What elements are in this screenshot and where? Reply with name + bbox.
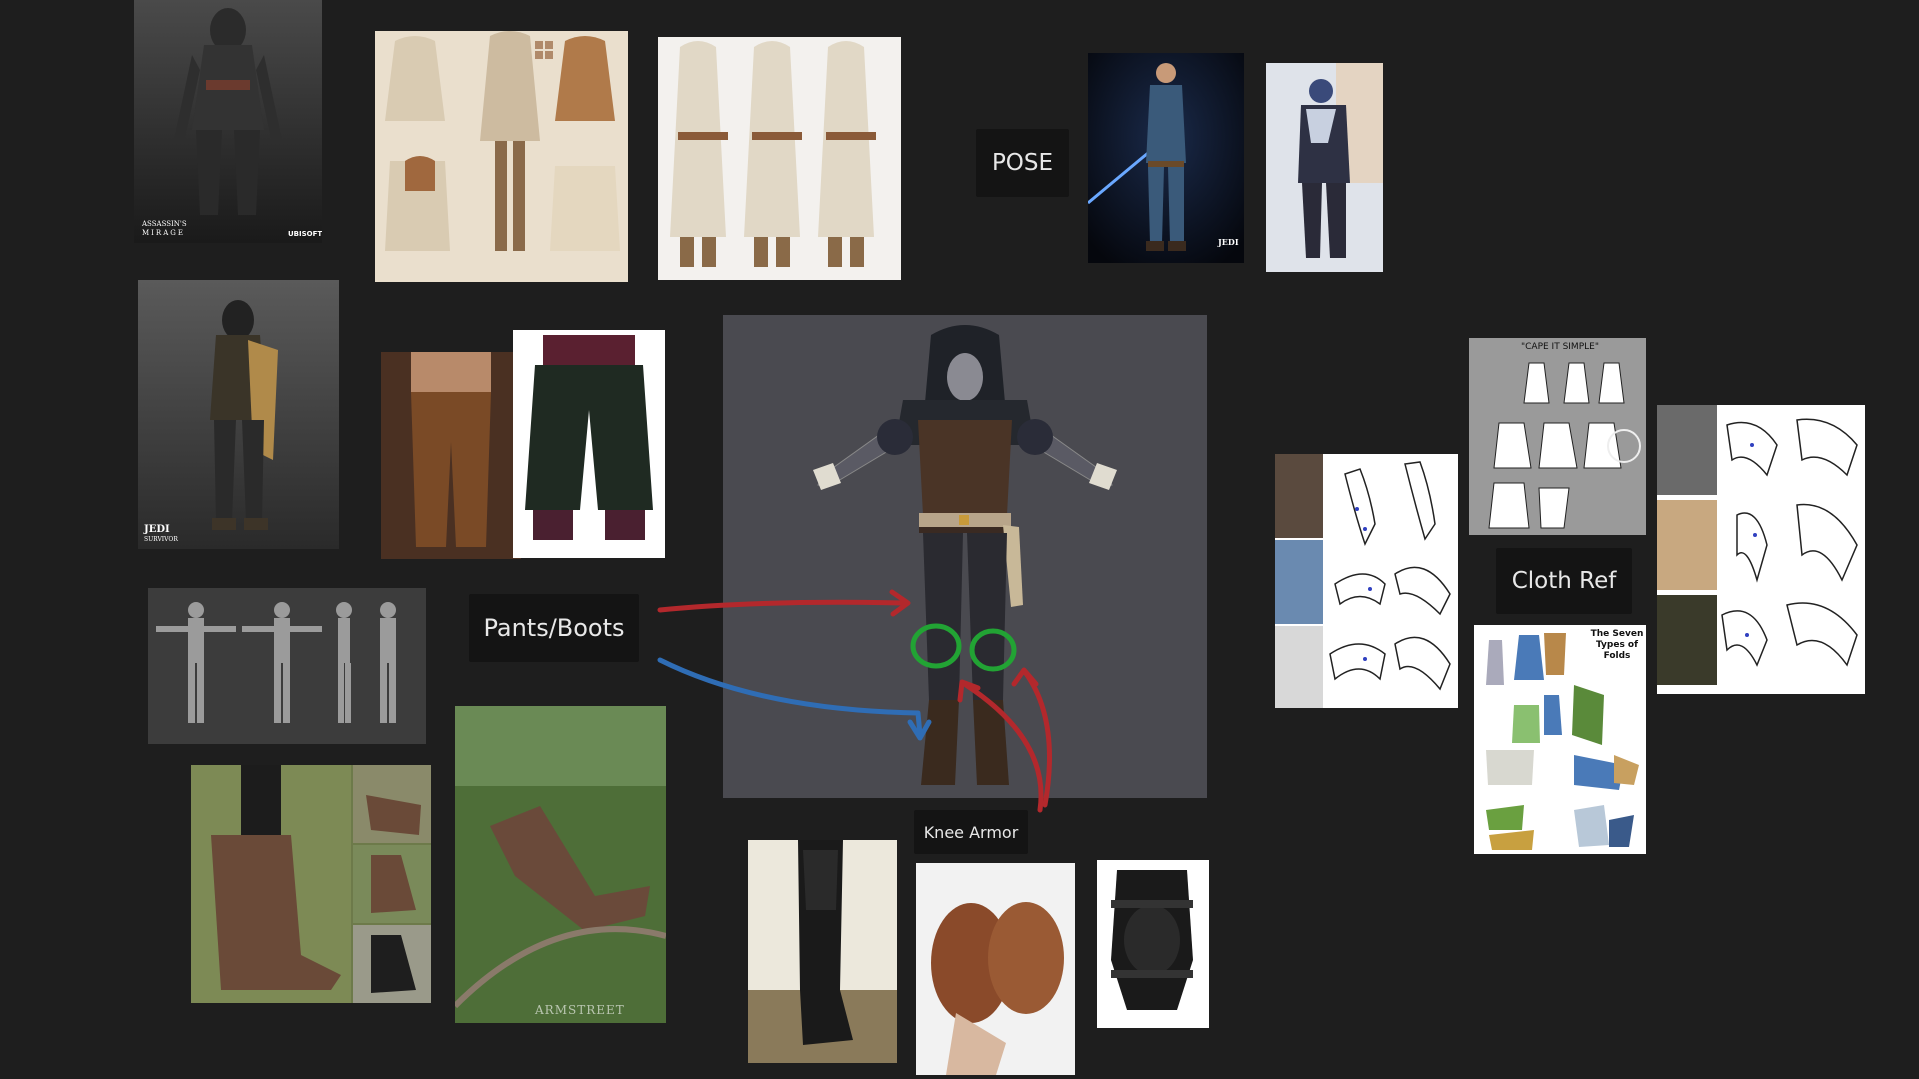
blue-character-painting-image — [1266, 63, 1383, 272]
label-knee-armor[interactable]: Knee Armor — [914, 810, 1028, 854]
black-knee-pad-image — [1111, 870, 1193, 1010]
ref-seven-types-folds[interactable]: The Seven Types of Folds — [1474, 625, 1646, 854]
jedi-logo-pose: JEDI — [1218, 237, 1239, 247]
pants-folds-sketch-image — [1657, 405, 1858, 685]
ref-black-knee-pad[interactable] — [1097, 860, 1209, 1028]
cape-sketch-image — [1488, 362, 1641, 529]
ref-arm-folds[interactable] — [1275, 454, 1458, 708]
green-circle-knee-left — [910, 623, 962, 669]
label-cloth-ref[interactable]: Cloth Ref — [1496, 548, 1632, 614]
ref-pose-blue-character[interactable] — [1266, 63, 1383, 272]
blue-arrow-to-boot — [657, 657, 923, 738]
label-cloth-ref-text: Cloth Ref — [1511, 568, 1617, 594]
ref-leather-knee-guard[interactable] — [916, 863, 1075, 1075]
label-pose-text: POSE — [991, 150, 1054, 176]
ref-pants-folds[interactable] — [1657, 405, 1865, 694]
ref-cape-it-simple[interactable]: "CAPE IT SIMPLE" — [1469, 338, 1646, 535]
red-arrow-head-knee-right — [1011, 667, 1039, 687]
label-knee-armor-text: Knee Armor — [923, 822, 1019, 842]
leather-knee-guard-image — [916, 863, 1075, 1075]
red-arrow-to-thigh — [657, 599, 908, 613]
ref-pose-jedi-lightsaber[interactable]: JEDI — [1088, 53, 1244, 263]
folds-sheet-title: The Seven Types of Folds — [1590, 629, 1644, 661]
red-arrow-knee-right — [1022, 669, 1052, 808]
red-arrow-knee-left — [963, 682, 1044, 813]
pose-jedi-image — [1088, 53, 1244, 263]
leg-armor-photo-image — [748, 840, 897, 1063]
label-pose[interactable]: POSE — [976, 129, 1069, 197]
cape-sheet-title: "CAPE IT SIMPLE" — [1521, 342, 1599, 352]
green-circle-knee-right — [969, 628, 1017, 672]
ref-leg-armor[interactable] — [748, 840, 897, 1063]
arm-folds-sketch-image — [1275, 454, 1451, 708]
